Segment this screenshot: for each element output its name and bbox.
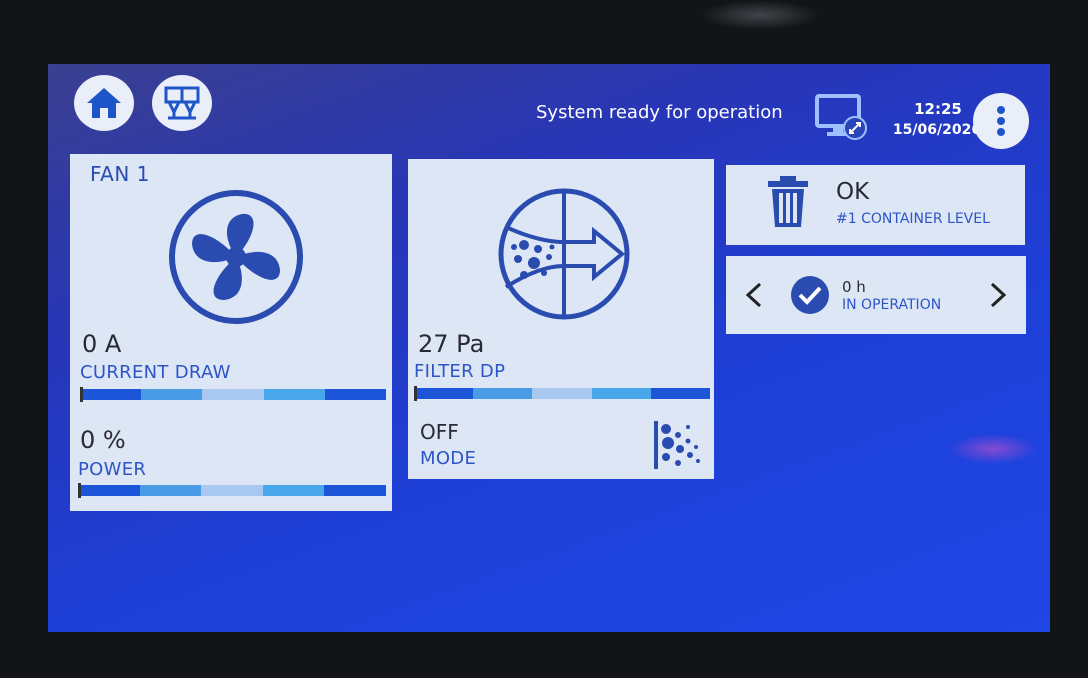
operation-hours-value: 0 h [842,278,866,296]
power-label: POWER [78,459,147,480]
mode-value: OFF [420,420,459,444]
filter-panel[interactable]: 27 Pa FILTER DP OFF MODE [408,159,714,479]
cleaning-mode-icon [654,421,700,469]
container-level-panel[interactable]: OK #1 CONTAINER LEVEL [726,165,1025,245]
screen-reflection [948,434,1038,464]
power-value: 0 % [80,426,126,454]
system-status-text: System ready for operation [536,102,783,123]
power-bar [78,483,386,498]
more-menu-button[interactable] [973,93,1029,149]
more-vert-icon [997,106,1005,136]
current-draw-value: 0 A [82,330,122,358]
clock-time: 12:25 [914,100,962,118]
current-draw-label: CURRENT DRAW [80,362,231,383]
operation-hours-panel: 0 h IN OPERATION [726,256,1026,334]
hmi-screen: System ready for operation 12:25 15/06/2… [48,64,1050,632]
container-status: OK [836,179,870,205]
filter-dp-marker [414,386,417,401]
power-marker [78,483,81,498]
filter-dp-value: 27 Pa [418,330,485,358]
operation-hours-label: IN OPERATION [842,297,942,313]
filter-unit-icon [164,86,200,120]
fan-icon [169,190,303,324]
filter-dp-label: FILTER DP [414,361,506,382]
fan-title: FAN 1 [90,162,150,186]
container-level-label: #1 CONTAINER LEVEL [836,211,990,227]
fan-panel[interactable]: FAN 1 0 A CURRENT DRAW 0 % POWER [70,154,392,511]
filter-dp-bar [414,386,711,401]
chevron-right-icon[interactable] [988,282,1008,308]
chevron-left-icon[interactable] [744,282,764,308]
current-draw-bar [80,387,387,402]
filter-dp-icon [498,188,630,320]
mode-label: MODE [420,448,477,469]
remote-connection-icon[interactable] [815,94,869,142]
trash-bin-icon [768,176,808,227]
bezel-glare [700,0,820,30]
filter-unit-button[interactable] [152,75,212,131]
current-draw-marker [80,387,83,402]
home-icon [87,88,121,118]
check-circle-icon [791,276,829,314]
home-button[interactable] [74,75,134,131]
